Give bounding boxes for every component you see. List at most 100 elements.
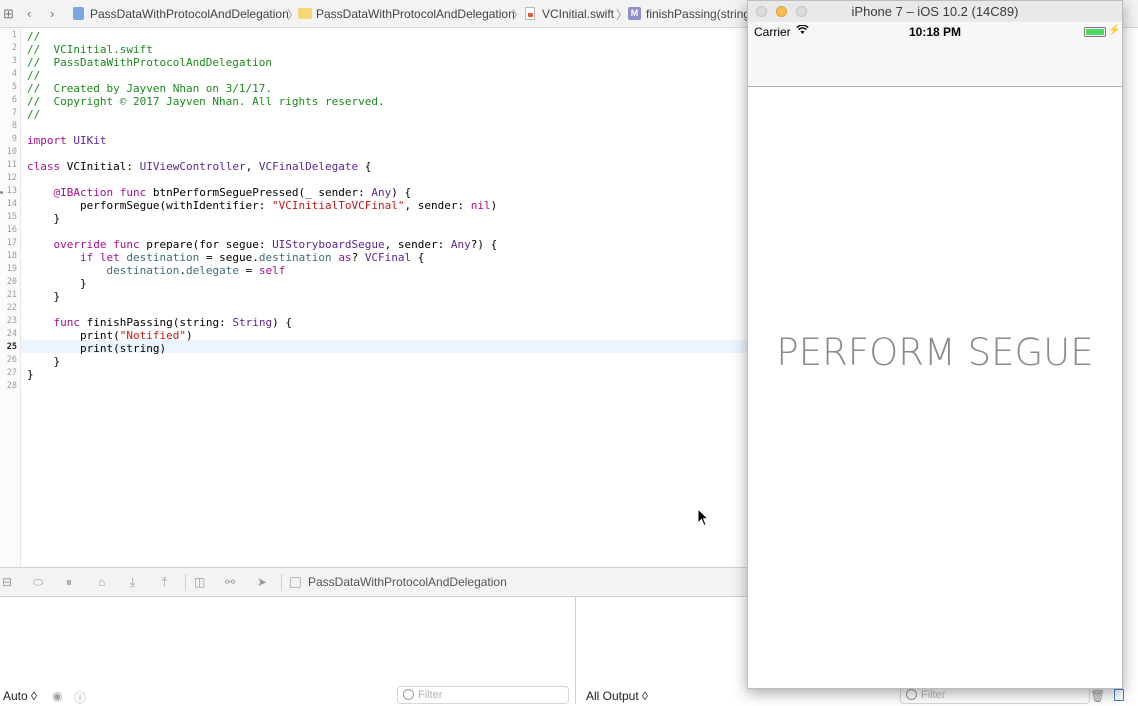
line-number[interactable]: 20: [0, 277, 17, 287]
code-line[interactable]: }: [27, 355, 60, 368]
line-number[interactable]: 15: [0, 212, 17, 222]
code-line[interactable]: // Copyright © 2017 Jayven Nhan. All rig…: [27, 95, 385, 108]
debug-target-label: PassDataWithProtocolAndDelegation: [308, 575, 507, 589]
line-number[interactable]: 22: [0, 303, 17, 313]
breadcrumb-separator-icon: 〉: [616, 8, 629, 22]
breadcrumb-separator-icon: 〉: [512, 8, 525, 22]
line-number[interactable]: 1: [0, 30, 17, 40]
debug-area-splitter[interactable]: [575, 597, 576, 704]
variables-filter-field[interactable]: Filter: [397, 686, 569, 704]
breadcrumb-project[interactable]: PassDataWithProtocolAndDelegation: [90, 7, 289, 21]
filter-icon: [403, 689, 414, 700]
simulator-window: iPhone 7 – iOS 10.2 (14C89) Carrier 10:1…: [747, 0, 1123, 689]
battery-level-fill: [1086, 29, 1104, 35]
line-number[interactable]: 25: [0, 342, 17, 352]
line-number[interactable]: 28: [0, 381, 17, 391]
memory-graph-icon[interactable]: ⚯: [225, 575, 235, 589]
status-time: 10:18 PM: [908, 25, 962, 39]
code-line[interactable]: }: [27, 290, 60, 303]
swift-file-icon: [525, 7, 535, 20]
code-line[interactable]: }: [27, 368, 34, 381]
hide-debug-area-icon[interactable]: ⊟: [2, 575, 12, 589]
console-edge-strip: [1123, 0, 1138, 704]
line-number[interactable]: 24: [0, 329, 17, 339]
code-line[interactable]: // PassDataWithProtocolAndDelegation: [27, 56, 272, 69]
step-over-icon[interactable]: ⌂: [98, 575, 105, 589]
output-mode-popup[interactable]: All Output ◊: [586, 689, 648, 703]
forward-arrow-icon[interactable]: ›: [50, 6, 54, 21]
code-line[interactable]: import UIKit: [27, 134, 107, 147]
line-number[interactable]: 23: [0, 316, 17, 326]
code-line[interactable]: //: [27, 30, 40, 43]
line-number[interactable]: 8: [0, 121, 17, 131]
code-line[interactable]: // Created by Jayven Nhan on 3/1/17.: [27, 82, 272, 95]
debug-bar: ⊟ ⬭ ⏸ ⌂ ⤓ ⤒ ◫ ⚯ ➤ PassDataWithProtocolAn…: [0, 567, 748, 597]
print-description-info-icon[interactable]: ⓘ: [74, 689, 86, 706]
line-number[interactable]: 2: [0, 43, 17, 53]
ios-status-bar: Carrier 10:18 PM ⚡: [748, 22, 1122, 42]
code-line[interactable]: if let destination = segue.destination a…: [27, 251, 424, 264]
step-out-icon[interactable]: ⤒: [162, 575, 167, 590]
line-number[interactable]: 6: [0, 95, 17, 105]
code-line[interactable]: //: [27, 108, 40, 121]
related-items-grid-icon[interactable]: ⊞: [3, 6, 14, 22]
code-line[interactable]: print(string): [27, 342, 166, 355]
quick-look-eye-icon[interactable]: ◉: [52, 689, 62, 703]
simulate-location-icon[interactable]: ➤: [257, 575, 267, 589]
code-line[interactable]: }: [27, 212, 60, 225]
line-number[interactable]: 18: [0, 251, 17, 261]
toolbar-edge: [1123, 0, 1138, 28]
line-number[interactable]: 9: [0, 134, 17, 144]
line-number[interactable]: 19: [0, 264, 17, 274]
code-line[interactable]: //: [27, 69, 40, 82]
simulator-title-bar[interactable]: iPhone 7 – iOS 10.2 (14C89): [748, 1, 1122, 23]
step-into-icon[interactable]: ⤓: [130, 575, 135, 590]
line-number[interactable]: 5: [0, 82, 17, 92]
line-number[interactable]: 26: [0, 355, 17, 365]
code-line[interactable]: performSegue(withIdentifier: "VCInitialT…: [27, 199, 497, 212]
navigation-bar: [748, 42, 1122, 87]
line-number[interactable]: 10: [0, 147, 17, 157]
line-number[interactable]: 11: [0, 160, 17, 170]
line-number[interactable]: 12: [0, 173, 17, 183]
line-number-gutter[interactable]: 1 2 3 4 5 6 7 8 9 10 11 12 13 14 15 16 17 18 19 20 21 22 23 24 2…: [0, 28, 21, 567]
filter-icon: [906, 689, 917, 700]
folder-icon: [298, 8, 312, 19]
line-number[interactable]: 3: [0, 56, 17, 66]
breadcrumb-method[interactable]: finishPassing(string: [646, 7, 750, 21]
code-line[interactable]: destination.delegate = self: [27, 264, 285, 277]
breadcrumb-file[interactable]: VCInitial.swift: [542, 7, 614, 21]
breakpoints-toggle-icon[interactable]: ⬭: [33, 575, 43, 590]
perform-segue-button[interactable]: PERFORM SEGUE: [748, 331, 1122, 374]
project-target-icon: [290, 577, 301, 588]
line-number[interactable]: 7: [0, 108, 17, 118]
code-line[interactable]: }: [27, 277, 87, 290]
simulator-title: iPhone 7 – iOS 10.2 (14C89): [851, 4, 1019, 19]
method-icon: M: [628, 7, 641, 20]
mouse-cursor-icon: [697, 508, 709, 527]
code-line[interactable]: override func prepare(for segue: UIStory…: [27, 238, 498, 251]
code-line[interactable]: print("Notified"): [27, 329, 193, 342]
code-line[interactable]: @IBAction func btnPerformSeguePressed(_ …: [27, 186, 412, 199]
line-number[interactable]: 4: [0, 69, 17, 79]
back-arrow-icon[interactable]: ‹: [27, 6, 31, 21]
line-number[interactable]: 16: [0, 225, 17, 235]
code-line[interactable]: class VCInitial: UIViewController, VCFin…: [27, 160, 371, 173]
code-line[interactable]: // VCInitial.swift: [27, 43, 153, 56]
line-number[interactable]: 27: [0, 368, 17, 378]
trash-icon[interactable]: 🗑: [1090, 689, 1105, 703]
filter-placeholder: Filter: [921, 689, 946, 701]
view-hierarchy-icon[interactable]: ◫: [194, 575, 205, 589]
code-editor[interactable]: // // VCInitial.swift // PassDataWithPro…: [21, 28, 748, 567]
pause-icon[interactable]: ⏸: [66, 575, 72, 590]
variables-mode-popup[interactable]: Auto ◊: [3, 689, 37, 703]
breadcrumb-group[interactable]: PassDataWithProtocolAndDelegation: [316, 7, 515, 21]
project-icon: [73, 7, 84, 20]
line-number[interactable]: 17: [0, 238, 17, 248]
line-number[interactable]: 21: [0, 290, 17, 300]
toolbar-divider: [281, 574, 282, 591]
split-view-icon[interactable]: [1114, 689, 1124, 701]
code-line[interactable]: func finishPassing(string: String) {: [27, 316, 292, 329]
line-number[interactable]: 14: [0, 199, 17, 209]
ibaction-connection-icon[interactable]: [0, 191, 3, 194]
